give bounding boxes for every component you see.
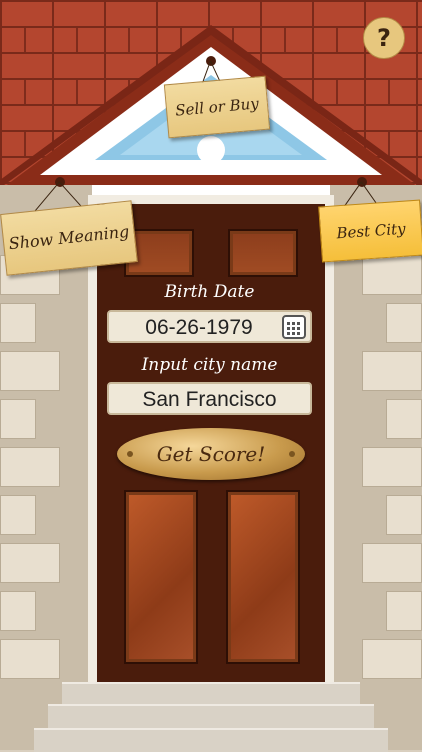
- city-label: Input city name: [141, 355, 278, 375]
- rivet-right: [289, 451, 295, 457]
- best-city-sign[interactable]: Best City: [318, 199, 422, 263]
- door-panel-top-right: [228, 229, 298, 277]
- city-input[interactable]: San Francisco: [107, 382, 312, 415]
- get-score-label: Get Score!: [156, 442, 266, 466]
- step-middle: [48, 704, 374, 730]
- door-panel-bottom-left: [124, 490, 198, 664]
- rivet-left: [127, 451, 133, 457]
- door-panel-bottom-right: [226, 490, 300, 664]
- birth-date-field[interactable]: 06-26-1979: [107, 310, 312, 343]
- help-button[interactable]: ?: [363, 17, 405, 59]
- sell-or-buy-sign[interactable]: Sell or Buy: [163, 75, 271, 139]
- get-score-button[interactable]: Get Score!: [117, 428, 305, 480]
- right-wall: [330, 185, 422, 750]
- calendar-icon[interactable]: [282, 315, 306, 339]
- city-value: San Francisco: [142, 388, 277, 411]
- birth-date-label: Birth Date: [164, 282, 255, 302]
- step-top: [62, 682, 360, 706]
- birth-date-value: 06-26-1979: [145, 316, 253, 339]
- step-bottom: [34, 728, 388, 752]
